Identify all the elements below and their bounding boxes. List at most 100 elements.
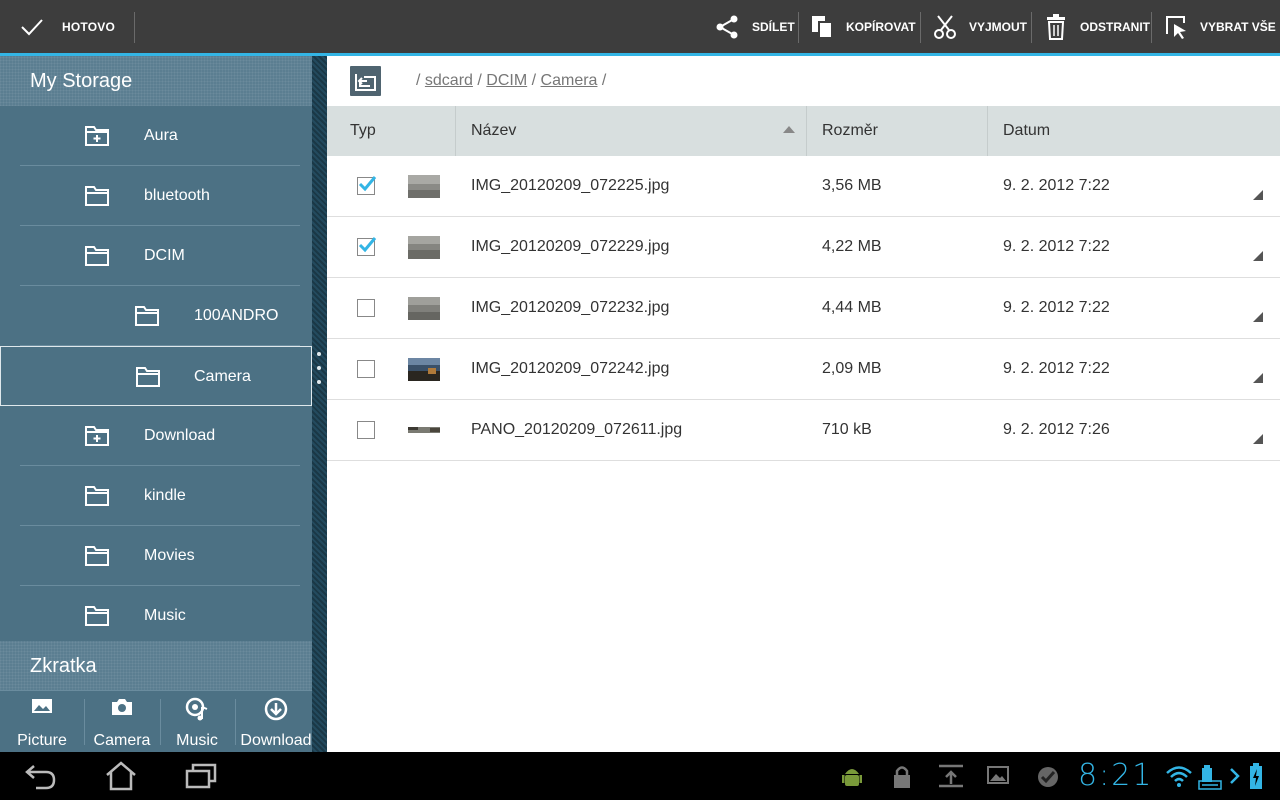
folder-label: Music bbox=[144, 607, 186, 624]
sidebar-item-movies[interactable]: Movies bbox=[20, 526, 300, 586]
column-header-size[interactable]: Rozměr bbox=[822, 106, 878, 156]
row-menu-icon[interactable] bbox=[1253, 373, 1263, 383]
divider bbox=[1031, 12, 1032, 43]
clock[interactable]: 8:21 bbox=[1078, 758, 1153, 793]
sidebar-item-camera[interactable]: Camera bbox=[0, 346, 312, 406]
row-menu-icon[interactable] bbox=[1253, 251, 1263, 261]
shortcut-label: Camera bbox=[93, 732, 151, 749]
back-icon[interactable] bbox=[24, 762, 58, 790]
row-checkbox[interactable] bbox=[357, 360, 375, 378]
file-name: IMG_20120209_072232.jpg bbox=[471, 299, 670, 316]
file-size: 4,22 MB bbox=[822, 238, 882, 255]
folder-label: Download bbox=[144, 427, 216, 444]
sidebar: My Storage Aura bluetooth DCIM 100ANDRO … bbox=[0, 56, 312, 752]
folder-label: bluetooth bbox=[144, 187, 210, 204]
breadcrumb-sdcard[interactable]: sdcard bbox=[425, 72, 473, 89]
cut-label: VYJMOUT bbox=[969, 19, 1028, 34]
shortcut-picture[interactable]: Picture bbox=[2, 691, 82, 753]
row-checkbox[interactable] bbox=[357, 421, 375, 439]
recent-apps-icon[interactable] bbox=[184, 762, 218, 790]
table-row[interactable]: PANO_20120209_072611.jpg 710 kB 9. 2. 20… bbox=[327, 400, 1280, 461]
copy-icon bbox=[812, 15, 833, 39]
action-bar: HOTOVO SDÍLET KOPÍROVAT VYJMOUT ODSTRANI… bbox=[0, 0, 1280, 56]
divider bbox=[920, 12, 921, 43]
sidebar-item-kindle[interactable]: kindle bbox=[20, 466, 300, 526]
table-row[interactable]: IMG_20120209_072232.jpg 4,44 MB 9. 2. 20… bbox=[327, 278, 1280, 339]
splitter-grip bbox=[317, 380, 321, 384]
music-icon bbox=[185, 697, 208, 721]
folder-icon bbox=[85, 246, 109, 266]
row-menu-icon[interactable] bbox=[1253, 312, 1263, 322]
row-checkbox[interactable] bbox=[357, 176, 377, 195]
select-all-button[interactable]: VYBRAT VŠE bbox=[1164, 0, 1276, 53]
column-header-name[interactable]: Název bbox=[471, 106, 516, 156]
breadcrumb-dcim[interactable]: DCIM bbox=[486, 72, 527, 89]
storage-title: My Storage bbox=[30, 69, 133, 92]
divider bbox=[987, 106, 988, 156]
breadcrumb-separator: / bbox=[477, 72, 482, 89]
system-bar: 8:21 bbox=[0, 752, 1280, 800]
table-header: Typ Název Rozměr Datum bbox=[327, 106, 1280, 156]
shortcuts-bar: Picture Camera Music Download bbox=[0, 690, 312, 752]
folder-label: Movies bbox=[144, 547, 195, 564]
wifi-icon bbox=[1166, 766, 1192, 787]
file-date: 9. 2. 2012 7:22 bbox=[1003, 360, 1110, 377]
sidebar-item-download[interactable]: Download bbox=[20, 406, 300, 466]
row-checkbox[interactable] bbox=[357, 237, 377, 256]
table-row[interactable]: IMG_20120209_072242.jpg 2,09 MB 9. 2. 20… bbox=[327, 339, 1280, 400]
breadcrumb-camera[interactable]: Camera bbox=[541, 72, 598, 89]
sidebar-item-100andro[interactable]: 100ANDRO bbox=[20, 286, 300, 346]
shortcuts-header[interactable]: Zkratka bbox=[0, 641, 312, 691]
checkmark-icon bbox=[21, 18, 43, 35]
row-menu-icon[interactable] bbox=[1253, 434, 1263, 444]
sync-check-icon bbox=[1038, 767, 1058, 787]
cut-button[interactable]: VYJMOUT bbox=[933, 0, 1027, 53]
sidebar-item-dcim[interactable]: DCIM bbox=[20, 226, 300, 286]
share-icon bbox=[716, 15, 738, 38]
sidebar-item-music[interactable]: Music bbox=[20, 586, 300, 646]
row-checkbox[interactable] bbox=[357, 299, 375, 317]
column-header-type[interactable]: Typ bbox=[350, 106, 376, 156]
column-header-date[interactable]: Datum bbox=[1003, 106, 1050, 156]
breadcrumb-separator: / bbox=[601, 72, 607, 89]
copy-label: KOPÍROVAT bbox=[846, 19, 916, 34]
done-button[interactable]: HOTOVO bbox=[0, 0, 134, 53]
shortcuts-title: Zkratka bbox=[30, 654, 97, 677]
storage-header[interactable]: My Storage bbox=[0, 56, 312, 106]
folder-plus-icon bbox=[85, 426, 109, 446]
image-thumbnail bbox=[408, 358, 440, 381]
image-thumbnail bbox=[408, 236, 440, 259]
sidebar-item-aura[interactable]: Aura bbox=[20, 106, 300, 166]
breadcrumb: / sdcard / DCIM / Camera / bbox=[416, 72, 606, 90]
gallery-icon bbox=[987, 766, 1009, 784]
delete-button[interactable]: ODSTRANIT bbox=[1044, 0, 1150, 53]
divider bbox=[798, 12, 799, 43]
more-chevron-icon[interactable] bbox=[1228, 766, 1244, 786]
file-date: 9. 2. 2012 7:22 bbox=[1003, 238, 1110, 255]
folder-icon bbox=[136, 367, 160, 387]
image-thumbnail bbox=[408, 297, 440, 320]
delete-label: ODSTRANIT bbox=[1080, 19, 1150, 34]
divider bbox=[455, 106, 456, 156]
upload-icon bbox=[939, 764, 963, 788]
row-menu-icon[interactable] bbox=[1253, 190, 1263, 200]
table-row[interactable]: IMG_20120209_072229.jpg 4,22 MB 9. 2. 20… bbox=[327, 217, 1280, 278]
sidebar-item-bluetooth[interactable]: bluetooth bbox=[20, 166, 300, 226]
parent-folder-button[interactable] bbox=[350, 66, 381, 96]
pane-splitter[interactable] bbox=[312, 56, 327, 752]
android-debug-icon bbox=[842, 769, 862, 786]
checkmark-icon bbox=[358, 237, 377, 253]
home-icon[interactable] bbox=[104, 760, 138, 792]
folder-icon bbox=[85, 186, 109, 206]
shortcut-camera[interactable]: Camera bbox=[82, 691, 162, 753]
share-button[interactable]: SDÍLET bbox=[714, 0, 795, 53]
folder-icon bbox=[135, 306, 159, 326]
splitter-grip bbox=[317, 366, 321, 370]
share-label: SDÍLET bbox=[752, 19, 795, 34]
shortcut-music[interactable]: Music bbox=[157, 691, 237, 753]
copy-button[interactable]: KOPÍROVAT bbox=[810, 0, 916, 53]
shortcut-download[interactable]: Download bbox=[236, 691, 316, 753]
table-row[interactable]: IMG_20120209_072225.jpg 3,56 MB 9. 2. 20… bbox=[327, 156, 1280, 217]
folder-icon bbox=[85, 606, 109, 626]
folder-label: DCIM bbox=[144, 247, 185, 264]
